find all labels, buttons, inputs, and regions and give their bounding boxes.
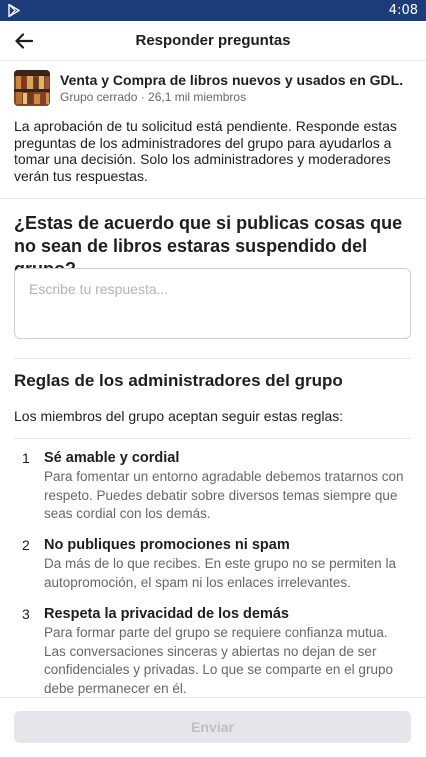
rule-item: 1 Sé amable y cordial Para fomentar un e…: [14, 449, 414, 524]
rule-description: Da más de lo que recibes. En este grupo …: [44, 556, 396, 590]
rule-description: Para fomentar un entorno agradable debem…: [44, 469, 404, 522]
rule-title: Respeta la privacidad de los demás: [44, 606, 289, 622]
status-time: 4:08: [388, 3, 418, 18]
divider: [14, 438, 411, 439]
group-name[interactable]: Venta y Compra de libros nuevos y usados…: [60, 71, 403, 89]
divider: [0, 198, 426, 199]
back-button[interactable]: [8, 25, 40, 57]
rule-item: 2 No publiques promociones ni spam Da má…: [14, 536, 414, 592]
rule-title: Sé amable y cordial: [44, 450, 180, 466]
pending-approval-notice: La aprobación de tu solicitud está pendi…: [14, 118, 397, 184]
page-title: Responder preguntas: [135, 32, 291, 49]
status-bar: 4:08: [0, 0, 426, 21]
send-button[interactable]: Enviar: [14, 711, 411, 743]
group-subtitle: Grupo cerrado · 26,1 mil miembros: [60, 90, 247, 104]
rules-title: Reglas de los administradores del grupo: [14, 371, 343, 390]
divider: [14, 358, 411, 359]
rule-number: 2: [22, 537, 30, 553]
rule-title: No publiques promociones ni spam: [44, 537, 290, 553]
group-cover-image: [14, 70, 50, 106]
rules-intro: Los miembros del grupo aceptan seguir es…: [14, 408, 344, 424]
answer-input[interactable]: [14, 268, 411, 339]
group-header: Venta y Compra de libros nuevos y usados…: [14, 70, 414, 106]
rule-number: 1: [22, 450, 30, 466]
rule-description: Para formar parte del grupo se requiere …: [44, 625, 393, 697]
bottom-bar: Enviar: [0, 697, 426, 757]
play-store-icon: [8, 4, 22, 18]
rule-number: 3: [22, 606, 30, 622]
app-bar: Responder preguntas: [0, 21, 426, 61]
back-arrow-icon: [15, 33, 33, 49]
rule-item: 3 Respeta la privacidad de los demás Par…: [14, 605, 414, 699]
